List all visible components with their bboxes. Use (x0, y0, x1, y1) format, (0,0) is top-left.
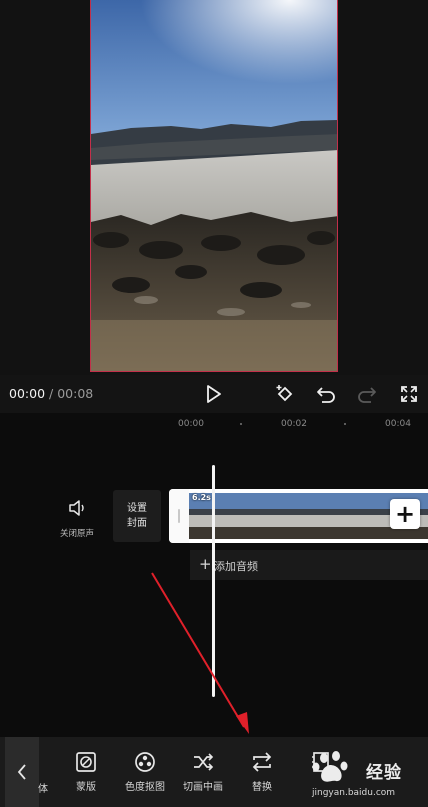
chroma-key-button[interactable]: 色度抠图 (116, 750, 174, 793)
clip-duration: 6.2s (192, 493, 211, 502)
add-clip-button[interactable]: + (390, 499, 420, 529)
current-time: 00:00 (9, 386, 46, 401)
ruler-tick: 00:02 (281, 419, 307, 429)
play-icon (207, 385, 221, 403)
add-audio-label: 添加音频 (214, 560, 258, 573)
fullscreen-icon (401, 386, 417, 402)
cover-label-line1: 设置 (127, 503, 147, 514)
pip-switch-label: 切画中画 (183, 782, 223, 793)
cover-label-line2: 封面 (127, 518, 147, 529)
speaker-icon (69, 500, 84, 516)
total-time: 00:08 (57, 386, 94, 401)
clip-thumbnail (293, 493, 345, 539)
fullscreen-button[interactable] (396, 381, 422, 407)
baidu-paw-logo-icon (312, 751, 348, 782)
ruler-dot (240, 423, 242, 425)
plus-icon: + (199, 555, 212, 573)
redo-icon (358, 387, 376, 403)
keyframe-icon (276, 385, 293, 402)
set-cover-button[interactable]: 设置 封面 (113, 490, 161, 542)
watermark-text: 经验 (366, 763, 402, 783)
baidu-jingyan-watermark: 经验 jingyan.baidu.com (310, 750, 425, 802)
undo-button[interactable] (313, 381, 339, 407)
mask-button[interactable]: 蒙版 (57, 750, 115, 793)
watermark-url: jingyan.baidu.com (312, 788, 396, 798)
video-preview[interactable] (90, 0, 338, 372)
ruler-dot (344, 423, 346, 425)
clip-trim-handle[interactable] (169, 489, 189, 543)
back-button[interactable] (5, 737, 39, 807)
ruler-tick: 00:04 (385, 419, 411, 429)
add-audio-button[interactable]: + 添加音频 (190, 550, 428, 580)
chroma-key-icon (135, 752, 155, 772)
mask-label: 蒙版 (76, 782, 96, 793)
toolbar-partial-label: 体 (38, 784, 48, 795)
redo-button[interactable] (354, 381, 380, 407)
mask-icon (76, 752, 96, 772)
time-separator: / (45, 386, 58, 401)
playhead[interactable] (212, 465, 215, 697)
clip-thumbnail (241, 493, 293, 539)
mute-original-button[interactable]: 关闭原声 (55, 499, 99, 539)
play-button[interactable] (201, 381, 227, 407)
pip-switch-icon (194, 753, 214, 771)
undo-icon (317, 387, 335, 403)
replace-icon (252, 752, 272, 772)
chroma-key-label: 色度抠图 (125, 782, 165, 793)
pip-switch-button[interactable]: 切画中画 (174, 750, 232, 793)
keyframe-button[interactable] (272, 381, 298, 407)
plus-icon: + (394, 500, 416, 528)
time-display: 00:00 / 00:08 (9, 386, 93, 401)
mute-original-label: 关闭原声 (59, 529, 94, 539)
timeline[interactable]: 00:00 00:02 00:04 关闭原声 设置 封面 6.2s + + 添加… (0, 413, 428, 737)
replace-button[interactable]: 替换 (233, 750, 291, 793)
ruler-tick: 00:00 (178, 419, 204, 429)
playback-controls: 00:00 / 00:08 (0, 375, 428, 413)
chevron-left-icon (17, 764, 26, 780)
replace-label: 替换 (252, 782, 272, 793)
